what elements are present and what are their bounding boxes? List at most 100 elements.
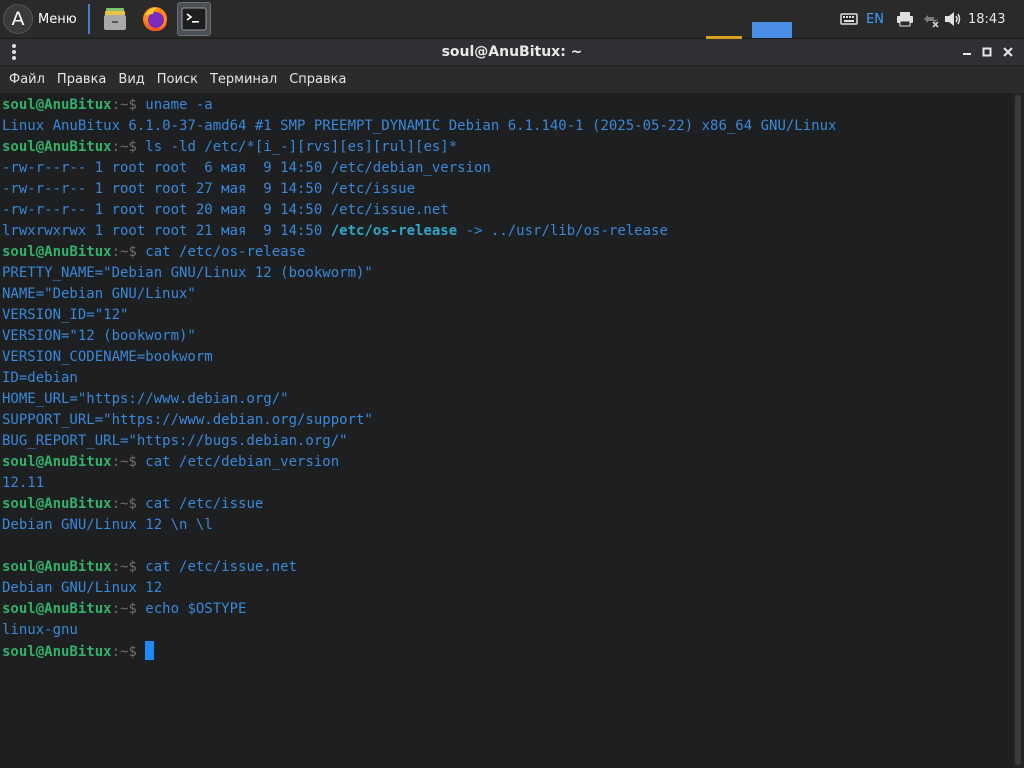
output-text: -rw-r--r-- 1 root root 6 мая 9 14:50 /et… xyxy=(2,160,491,176)
output-text: Debian GNU/Linux 12 xyxy=(2,580,163,596)
menu-edit[interactable]: Правка xyxy=(57,72,106,87)
minimize-button[interactable] xyxy=(957,42,977,62)
output-line: -rw-r--r-- 1 root root 20 мая 9 14:50 /e… xyxy=(2,200,836,221)
terminal-launcher[interactable] xyxy=(177,2,211,36)
output-text: -rw-r--r-- 1 root root 27 мая 9 14:50 /e… xyxy=(2,181,416,197)
menu-help[interactable]: Справка xyxy=(289,72,346,87)
app-menu-button[interactable]: A Меню xyxy=(3,3,77,35)
minimize-icon xyxy=(963,53,971,55)
output-line: -rw-r--r-- 1 root root 6 мая 9 14:50 /et… xyxy=(2,158,836,179)
app-menu-label: Меню xyxy=(38,11,77,27)
output-line: SUPPORT_URL="https://www.debian.org/supp… xyxy=(2,410,836,431)
prompt-path: :~$ xyxy=(111,139,146,155)
prompt-line: soul@AnuBitux:~$ cat /etc/issue.net xyxy=(2,557,836,578)
prompt-user-host: soul@AnuBitux xyxy=(2,97,112,113)
output-line: VERSION_ID="12" xyxy=(2,305,836,326)
output-text: PRETTY_NAME="Debian GNU/Linux 12 (bookwo… xyxy=(2,265,373,281)
output-text: lrwxrwxrwx 1 root root 21 мая 9 14:50 xyxy=(2,223,331,239)
output-text: VERSION="12 (bookworm)" xyxy=(2,328,196,344)
output-line: linux-gnu xyxy=(2,620,836,641)
command-text: uname -a xyxy=(145,97,213,113)
output-text: ID=debian xyxy=(2,370,78,386)
output-text: HOME_URL="https://www.debian.org/" xyxy=(2,391,289,407)
text-cursor xyxy=(145,641,155,660)
output-line: PRETTY_NAME="Debian GNU/Linux 12 (bookwo… xyxy=(2,263,836,284)
language-label: EN xyxy=(866,11,884,27)
command-text: cat /etc/debian_version xyxy=(145,454,340,470)
terminal-lines: soul@AnuBitux:~$ uname -a Linux AnuBitux … xyxy=(2,95,836,662)
output-line: Debian GNU/Linux 12 xyxy=(2,578,836,599)
prompt-line: soul@AnuBitux:~$ uname -a xyxy=(2,95,836,116)
output-text: -rw-r--r-- 1 root root 20 мая 9 14:50 /e… xyxy=(2,202,449,218)
output-text: Debian GNU/Linux 12 \n \l xyxy=(2,517,213,533)
prompt-path: :~$ xyxy=(111,559,146,575)
prompt-user-host: soul@AnuBitux xyxy=(2,139,112,155)
output-text: SUPPORT_URL="https://www.debian.org/supp… xyxy=(2,412,373,428)
output-line: BUG_REPORT_URL="https://bugs.debian.org/… xyxy=(2,431,836,452)
maximize-button[interactable] xyxy=(977,42,997,62)
printer-tray[interactable] xyxy=(896,0,914,38)
menu-terminal[interactable]: Терминал xyxy=(210,72,277,87)
volume-tray[interactable] xyxy=(944,0,962,38)
prompt-user-host: soul@AnuBitux xyxy=(2,559,112,575)
symlink-target: -> ../usr/lib/os-release xyxy=(457,223,668,239)
output-line: Debian GNU/Linux 12 \n \l xyxy=(2,515,836,536)
prompt-path: :~$ xyxy=(111,454,146,470)
file-manager-launcher[interactable] xyxy=(98,2,132,36)
prompt-path: :~$ xyxy=(111,97,146,113)
network-tray[interactable] xyxy=(922,0,940,38)
firefox-icon xyxy=(143,7,167,31)
keyboard-layout-indicator[interactable] xyxy=(840,0,858,38)
window-titlebar[interactable]: soul@AnuBitux: ~ xyxy=(0,39,1024,66)
command-text: cat /etc/issue.net xyxy=(145,559,298,575)
window-title: soul@AnuBitux: ~ xyxy=(441,44,583,60)
output-line: ID=debian xyxy=(2,368,836,389)
prompt-path: :~$ xyxy=(111,496,146,512)
prompt-user-host: soul@AnuBitux xyxy=(2,644,112,660)
terminal-scrollbar[interactable] xyxy=(1013,93,1024,768)
command-text: ls -ld /etc/*[i_-][rvs][es][rul][es]* xyxy=(145,139,458,155)
prompt-line: soul@AnuBitux:~$ cat /etc/debian_version xyxy=(2,452,836,473)
output-text: VERSION_ID="12" xyxy=(2,307,129,323)
terminal-output[interactable]: soul@AnuBitux:~$ uname -a Linux AnuBitux … xyxy=(0,93,1013,768)
output-text: NAME="Debian GNU/Linux" xyxy=(2,286,196,302)
menu-file[interactable]: Файл xyxy=(9,72,45,87)
command-text: echo $OSTYPE xyxy=(145,601,247,617)
keyboard-icon xyxy=(840,13,858,25)
menu-view[interactable]: Вид xyxy=(118,72,144,87)
language-indicator[interactable]: EN xyxy=(866,0,884,38)
prompt-line: soul@AnuBitux:~$ ls -ld /etc/*[i_-][rvs]… xyxy=(2,137,836,158)
prompt-path: :~$ xyxy=(111,644,146,660)
panel-separator xyxy=(88,4,90,34)
prompt-user-host: soul@AnuBitux xyxy=(2,454,112,470)
output-text: linux-gnu xyxy=(2,622,78,638)
close-button[interactable] xyxy=(998,42,1018,62)
maximize-icon xyxy=(982,47,992,57)
prompt-user-host: soul@AnuBitux xyxy=(2,496,112,512)
terminal-icon xyxy=(181,7,207,31)
taskbar-window-thumbnail[interactable] xyxy=(752,22,792,38)
output-line: -rw-r--r-- 1 root root 27 мая 9 14:50 /e… xyxy=(2,179,836,200)
clock[interactable]: 18:43 xyxy=(968,0,1005,38)
symlink-name: /etc/os-release xyxy=(330,223,458,239)
output-line: Linux AnuBitux 6.1.0-37-amd64 #1 SMP PRE… xyxy=(2,116,836,137)
menu-search[interactable]: Поиск xyxy=(157,72,198,87)
anubitux-logo-icon: A xyxy=(3,4,33,34)
firefox-launcher[interactable] xyxy=(138,2,172,36)
terminal-menubar: Файл Правка Вид Поиск Терминал Справка xyxy=(0,66,1024,92)
scrollbar-thumb[interactable] xyxy=(1015,95,1021,765)
output-line: VERSION="12 (bookworm)" xyxy=(2,326,836,347)
output-text: Linux AnuBitux 6.1.0-37-amd64 #1 SMP PRE… xyxy=(2,118,837,134)
prompt-line: soul@AnuBitux:~$ echo $OSTYPE xyxy=(2,599,836,620)
prompt-line: soul@AnuBitux:~$ xyxy=(2,641,836,662)
command-text: cat /etc/os-release xyxy=(145,244,306,260)
prompt-path: :~$ xyxy=(111,244,146,260)
output-text: 12.11 xyxy=(2,475,45,491)
network-icon xyxy=(924,15,939,28)
prompt-line: lrwxrwxrwx 1 root root 21 мая 9 14:50 /e… xyxy=(2,221,836,242)
output-text: VERSION_CODENAME=bookworm xyxy=(2,349,213,365)
output-line: VERSION_CODENAME=bookworm xyxy=(2,347,836,368)
output-line: 12.11 xyxy=(2,473,836,494)
command-text: cat /etc/issue xyxy=(145,496,264,512)
